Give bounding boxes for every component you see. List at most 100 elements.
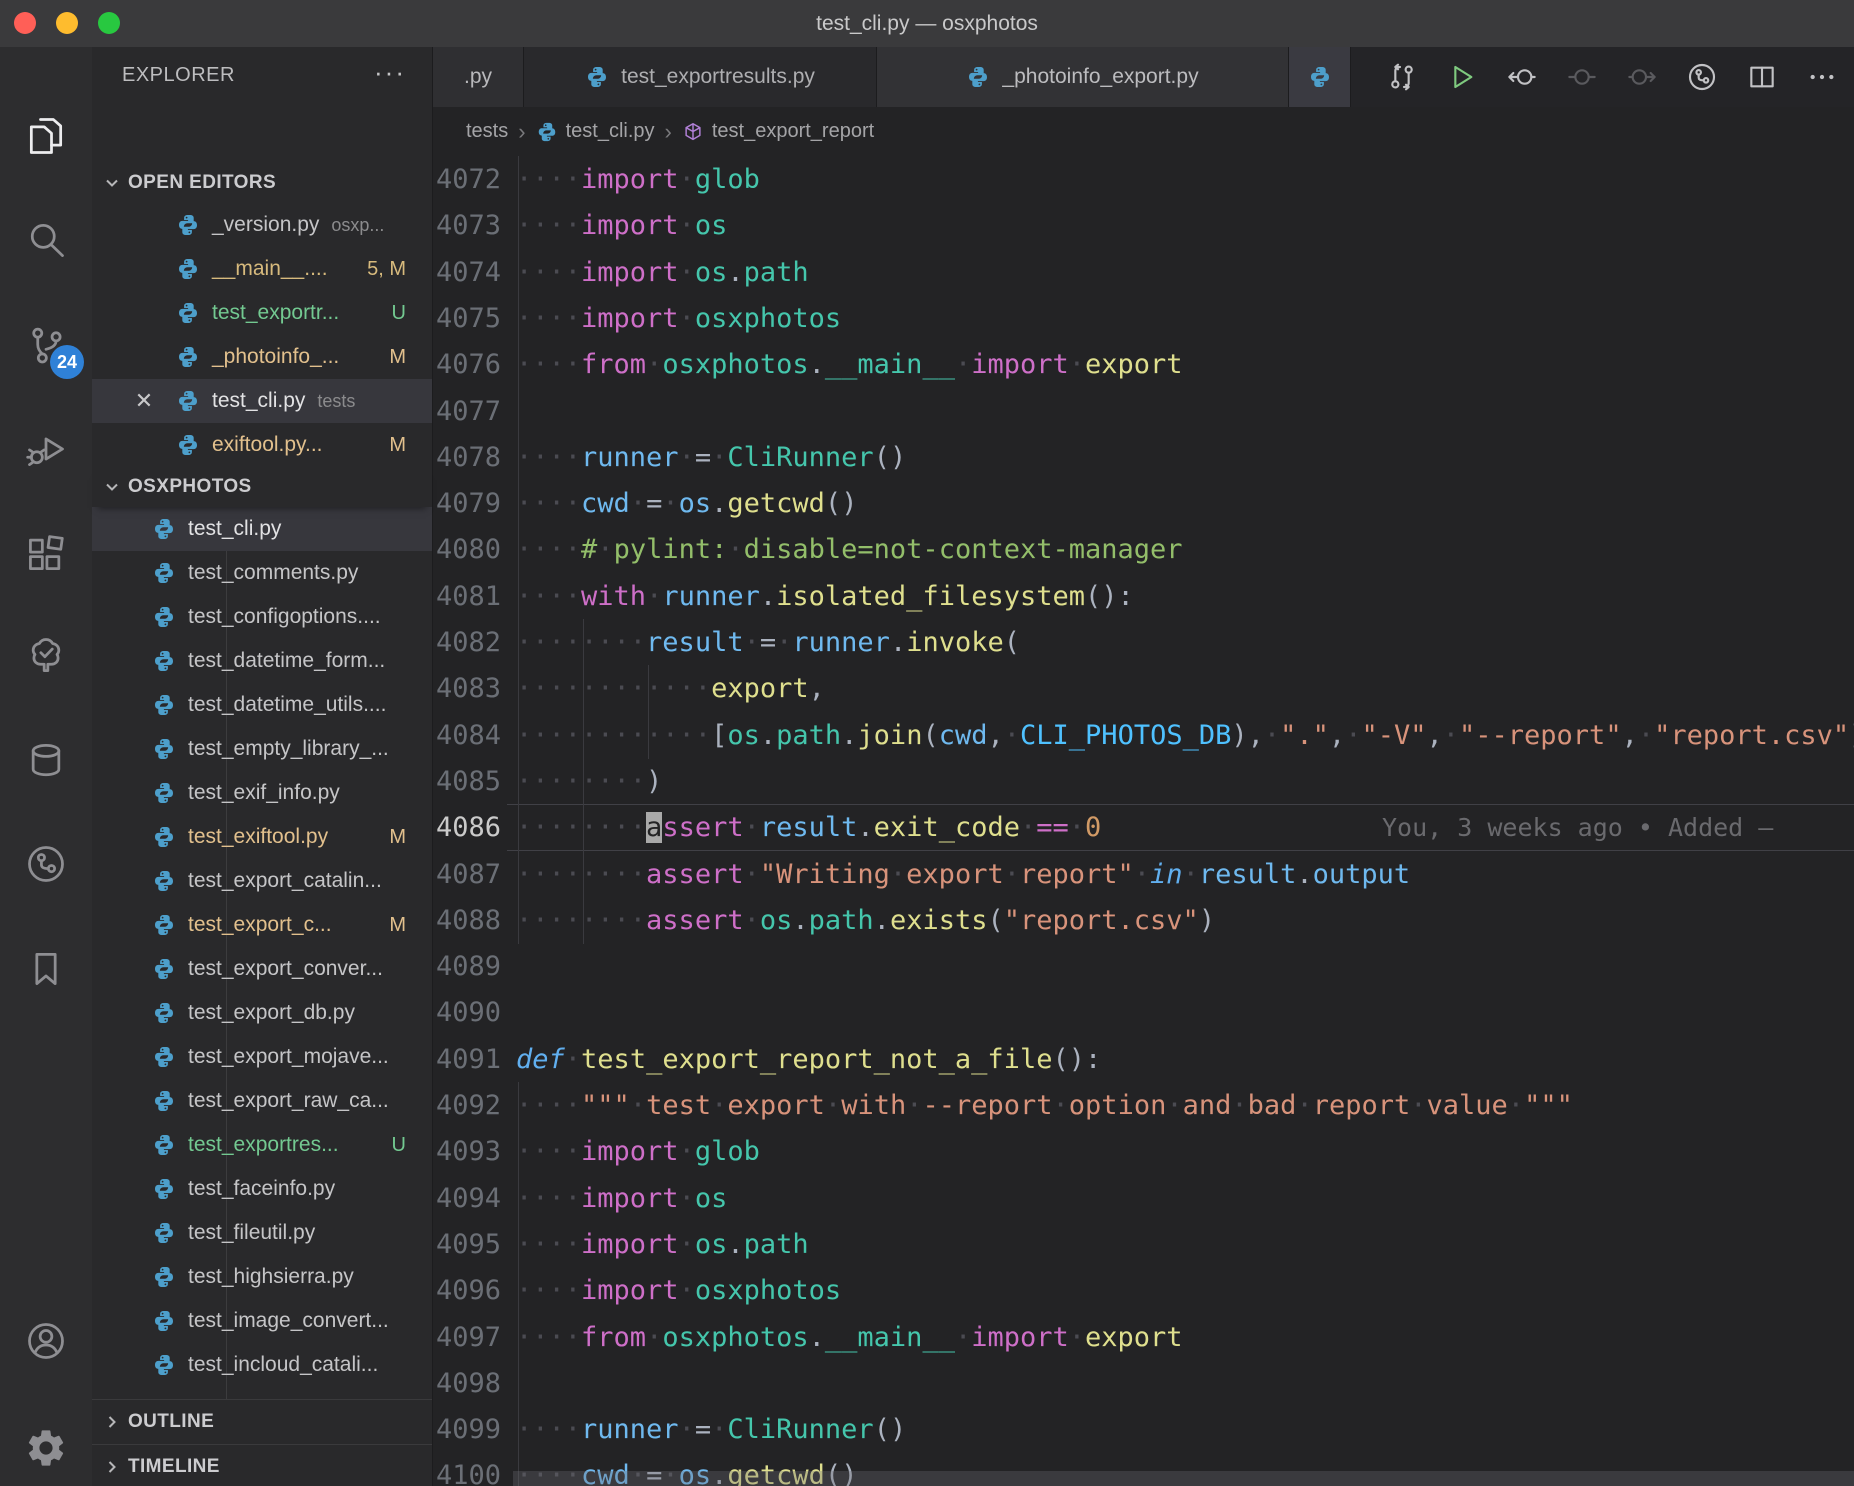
explorer-sidebar: EXPLORER ··· OPEN EDITORS _version.pyosx… [92, 47, 432, 1486]
tree-item[interactable]: test_exif_info.py [92, 771, 432, 815]
line-number: 4094 [435, 1175, 501, 1222]
indent-guide [518, 341, 519, 388]
testing-tree-icon[interactable] [0, 621, 92, 691]
editor-tab[interactable]: _photoinfo_export.py [877, 47, 1289, 107]
tree-item-label: test_export_conver... [188, 957, 383, 981]
editor-tab[interactable]: .py [433, 47, 524, 107]
horizontal-scrollbar[interactable] [513, 1471, 1854, 1486]
tree-item[interactable]: test_exiftool.pyM [92, 815, 432, 859]
split-editor-icon[interactable] [1744, 59, 1780, 95]
tree-item[interactable]: test_export_c...M [92, 903, 432, 947]
editor-group: .pytest_exportresults.py_photoinfo_expor… [432, 47, 1854, 1486]
tree-item[interactable]: test_comments.py [92, 551, 432, 595]
indent-guide [518, 249, 519, 296]
tree-item[interactable]: test_exportres... U [92, 1123, 432, 1167]
tree-item[interactable]: test_image_convert... [92, 1299, 432, 1343]
tree-item-label: test_cli.py [188, 517, 281, 541]
tree-item-label: test_exportres... [188, 1133, 339, 1157]
python-file-icon [152, 1089, 176, 1113]
tree-item-label: test_datetime_utils.... [188, 693, 386, 717]
breadcrumb-item[interactable]: tests [466, 120, 508, 143]
code-editor[interactable]: 4072····import·glob4073····import·os4074… [433, 156, 1854, 1486]
python-file-icon [152, 1177, 176, 1201]
python-file-icon [152, 517, 176, 541]
line-number: 4095 [435, 1221, 501, 1268]
breadcrumb-item[interactable]: test_export_report [682, 120, 874, 143]
open-editors-section-header[interactable]: OPEN EDITORS [92, 163, 432, 203]
tree-item-label: test_export_catalin... [188, 869, 382, 893]
open-changes-icon[interactable] [1384, 59, 1420, 95]
open-editor-item[interactable]: test_exportr...U [92, 291, 432, 335]
settings-gear-icon[interactable] [0, 1413, 92, 1483]
tree-item[interactable]: test_empty_library_... [92, 727, 432, 771]
editor-tab[interactable]: test_exportresults.py [524, 47, 877, 107]
source-control-icon[interactable]: 24 [0, 311, 92, 381]
tree-item[interactable]: test_export_conver... [92, 947, 432, 991]
line-number: 4093 [435, 1128, 501, 1175]
open-editor-item[interactable]: exiftool.py...M [92, 423, 432, 467]
git-graph-icon[interactable] [1684, 59, 1720, 95]
python-file-icon [152, 649, 176, 673]
tree-item[interactable]: test_export_catalin... [92, 859, 432, 903]
extensions-icon[interactable] [0, 518, 92, 588]
indent-guide [518, 665, 519, 712]
sidebar-more-actions-icon[interactable]: ··· [374, 47, 406, 103]
bookmarks-icon[interactable] [0, 934, 92, 1004]
code-line: ········assert·"Writing·export·report"·i… [516, 851, 1854, 898]
tree-item-label: test_exiftool.py [188, 825, 328, 849]
editor-tab[interactable] [1289, 47, 1351, 107]
python-file-icon [1308, 65, 1332, 89]
more-actions-icon[interactable] [1804, 59, 1840, 95]
run-icon[interactable] [1444, 59, 1480, 95]
accounts-icon[interactable] [0, 1306, 92, 1376]
indent-guide [518, 804, 519, 851]
tree-item[interactable]: test_faceinfo.py [92, 1167, 432, 1211]
tree-item-label: test_highsierra.py [188, 1265, 354, 1289]
tree-item[interactable]: test_highsierra.py [92, 1255, 432, 1299]
indent-guide [583, 619, 584, 666]
breadcrumb: tests›test_cli.py›test_export_report [466, 107, 874, 156]
chevron-down-icon [104, 479, 120, 495]
line-number: 4097 [435, 1314, 501, 1361]
close-icon[interactable]: ✕ [132, 388, 156, 414]
breadcrumb-item[interactable]: test_cli.py [536, 120, 655, 143]
code-line: ····from·osxphotos.__main__·import·expor… [516, 1314, 1854, 1361]
sidebar-section-timeline[interactable]: TIMELINE [92, 1444, 432, 1486]
tree-item[interactable]: test_cli.py [92, 507, 432, 551]
open-editor-item[interactable]: _version.pyosxp... [92, 203, 432, 247]
tree-item[interactable]: test_export_db.py [92, 991, 432, 1035]
tree-item[interactable]: test_datetime_form... [92, 639, 432, 683]
indent-guide [648, 712, 649, 759]
run-debug-icon[interactable] [0, 414, 92, 484]
tree-item[interactable]: test_configoptions.... [92, 595, 432, 639]
python-file-icon [152, 913, 176, 937]
tree-item[interactable]: test_export_raw_ca... [92, 1079, 432, 1123]
open-editor-item[interactable]: _photoinfo_...M [92, 335, 432, 379]
git-status-badge: U [392, 1134, 406, 1157]
navigate-back-icon[interactable] [1504, 59, 1540, 95]
code-line: ········) [516, 758, 1854, 805]
line-number: 4085 [435, 758, 501, 805]
explorer-icon[interactable] [0, 101, 92, 171]
database-icon[interactable] [0, 726, 92, 796]
git-graph-icon[interactable] [0, 829, 92, 899]
open-editor-label: _version.pyosxp... [212, 213, 384, 237]
navigate-circle-icon[interactable] [1564, 59, 1600, 95]
tree-item[interactable]: test_fileutil.py [92, 1211, 432, 1255]
tree-item[interactable]: test_export_mojave... [92, 1035, 432, 1079]
open-editor-item[interactable]: __main__....5, M [92, 247, 432, 291]
python-file-icon [585, 65, 609, 89]
line-number: 4089 [435, 943, 501, 990]
sidebar-section-outline[interactable]: OUTLINE [92, 1399, 432, 1444]
tree-item[interactable]: test_datetime_utils.... [92, 683, 432, 727]
line-number: 4086 [435, 804, 501, 851]
navigate-forward-icon[interactable] [1624, 59, 1660, 95]
tree-item[interactable]: test_incloud_catali... [92, 1343, 432, 1387]
indent-guide [518, 1082, 519, 1129]
open-editor-item[interactable]: ✕test_cli.pytests [92, 379, 432, 423]
tree-item-label: test_export_raw_ca... [188, 1089, 389, 1113]
breadcrumb-separator: › [518, 119, 525, 145]
code-line: ····from·osxphotos.__main__·import·expor… [516, 341, 1854, 388]
project-section-header[interactable]: OSXPHOTOS [92, 467, 432, 507]
search-icon[interactable] [0, 205, 92, 275]
